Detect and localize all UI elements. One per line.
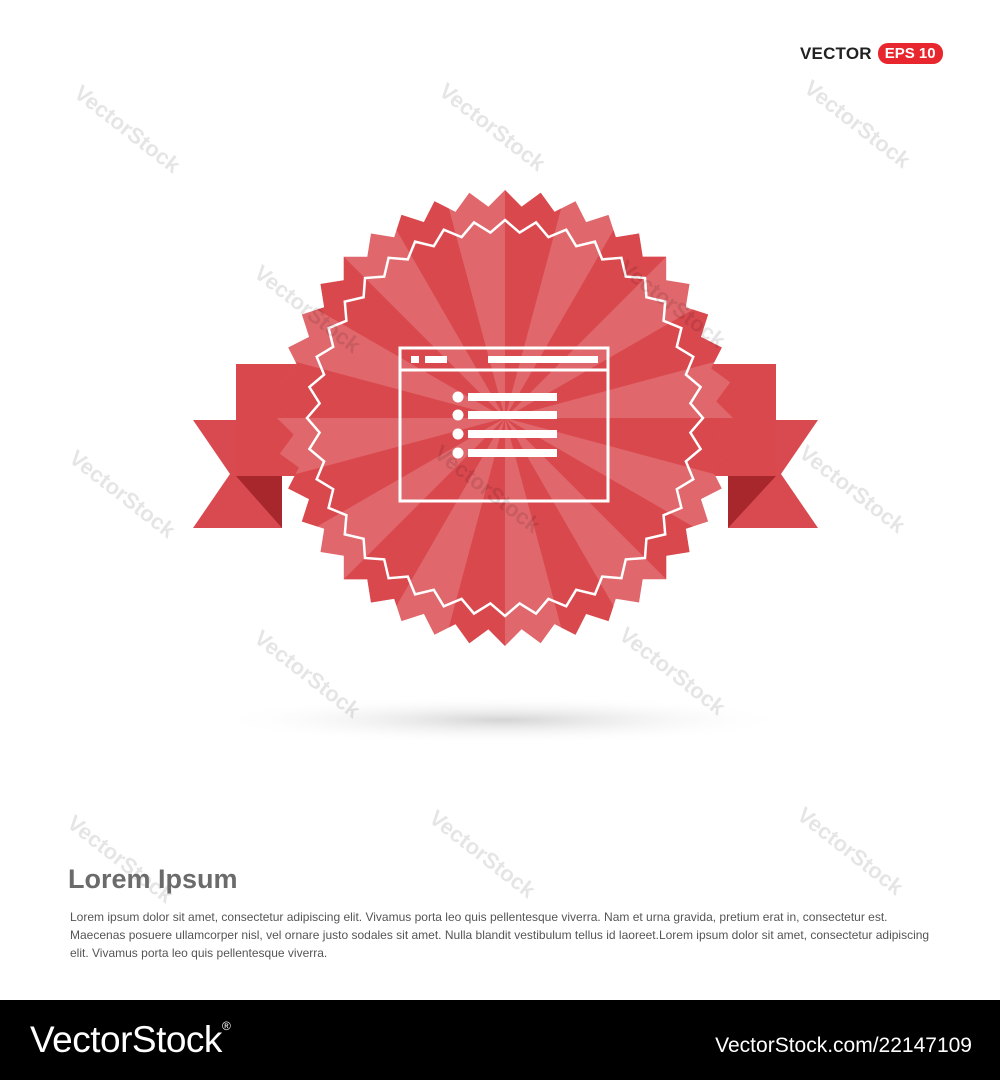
footer-image-id[interactable]: VectorStock.com/22147109 xyxy=(715,1034,972,1058)
heading: Lorem Ipsum xyxy=(68,864,238,894)
artwork-canvas: VECTOR EPS 10 VectorStock VectorStock Ve… xyxy=(0,0,1000,1000)
footer-bar: VectorStock® VectorStock.com/22147109 xyxy=(0,1000,1000,1080)
body-paragraph: Lorem ipsum dolor sit amet, consectetur … xyxy=(70,910,930,960)
registered-mark: ® xyxy=(221,1019,231,1033)
footer-logo-text: VectorStock xyxy=(30,1019,222,1060)
footer-logo[interactable]: VectorStock® xyxy=(30,1019,231,1061)
